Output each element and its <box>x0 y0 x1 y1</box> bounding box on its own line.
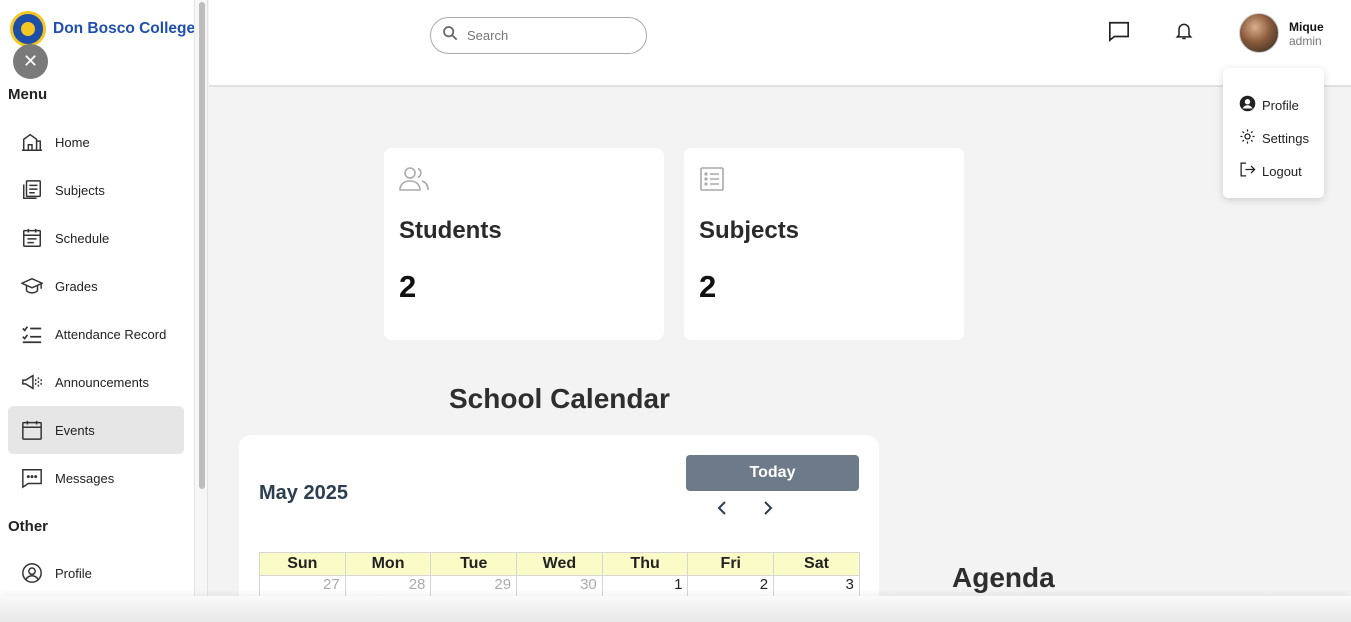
card-title: Subjects <box>699 217 800 244</box>
sidebar-item-label: Home <box>55 134 90 150</box>
weekday-header: Sat <box>773 552 860 576</box>
sidebar-item-home[interactable]: Home <box>8 118 184 166</box>
sidebar-item-label: Announcements <box>55 374 149 390</box>
close-icon: ✕ <box>22 51 39 71</box>
chevron-left-icon <box>715 500 729 521</box>
weekday-header: Fri <box>687 552 775 576</box>
attendance-icon <box>21 323 43 345</box>
bell-icon <box>1174 20 1194 47</box>
menu-section-title: Menu <box>8 86 48 103</box>
scrollbar-thumb[interactable] <box>199 2 205 489</box>
sidebar-item-announcements[interactable]: Announcements <box>8 358 184 406</box>
chevron-right-icon <box>761 500 775 521</box>
close-sidebar-button[interactable]: ✕ <box>13 44 48 79</box>
weekday-header: Mon <box>344 552 432 576</box>
user-circle-icon <box>21 562 43 584</box>
sidebar-item-profile[interactable]: Profile <box>8 549 184 597</box>
sidebar-item-label: Events <box>55 422 95 438</box>
user-menu-logout[interactable]: Logout <box>1239 161 1302 181</box>
today-button[interactable]: Today <box>686 455 859 491</box>
card-title: Students <box>399 217 502 244</box>
students-card[interactable]: Students 2 <box>384 148 664 340</box>
school-calendar-heading: School Calendar <box>449 383 670 414</box>
sidebar-item-label: Attendance Record <box>55 326 167 342</box>
sidebar-item-schedule[interactable]: Schedule <box>8 214 184 262</box>
sidebar-item-attendance-record[interactable]: Attendance Record <box>8 310 184 358</box>
brand[interactable]: Don Bosco College <box>10 11 195 47</box>
sidebar-item-label: Messages <box>55 470 115 486</box>
user-circle-icon <box>1239 95 1256 115</box>
sidebar-item-label: Grades <box>55 278 98 294</box>
agenda-heading: Agenda <box>952 562 1055 593</box>
sidebar-item-events[interactable]: Events <box>8 406 184 454</box>
prev-month-button[interactable] <box>713 500 731 521</box>
sidebar-scrollbar[interactable] <box>195 0 208 622</box>
user-name: Mique <box>1289 20 1324 34</box>
next-month-button[interactable] <box>759 500 777 521</box>
subjects-card[interactable]: Subjects 2 <box>684 148 964 340</box>
message-icon <box>21 467 43 489</box>
user-menu-label: Profile <box>1262 97 1299 113</box>
weekday-header: Sun <box>259 552 346 576</box>
schedule-icon <box>21 227 43 249</box>
weekday-header: Wed <box>516 552 603 576</box>
weekday-header: Tue <box>430 552 518 576</box>
sidebar-item-label: Profile <box>55 565 92 581</box>
user-menu-label: Settings <box>1262 130 1309 146</box>
list-icon <box>699 166 725 197</box>
card-value: 2 <box>399 269 417 304</box>
bottom-edge <box>0 596 1351 622</box>
user-menu-settings[interactable]: Settings <box>1239 128 1309 148</box>
gear-icon <box>1239 128 1256 148</box>
user-menu-label: Logout <box>1262 163 1302 179</box>
sidebar-item-grades[interactable]: Grades <box>8 262 184 310</box>
chat-icon <box>1108 20 1130 47</box>
notifications-button[interactable] <box>1172 20 1196 46</box>
calendar-icon <box>21 419 43 441</box>
calendar-month-title: May 2025 <box>259 482 348 504</box>
user-menu-dropdown: Profile Settings Logout <box>1223 68 1324 198</box>
user-role: admin <box>1289 34 1322 48</box>
sidebar-item-messages[interactable]: Messages <box>8 454 184 502</box>
home-icon <box>21 131 43 153</box>
megaphone-icon <box>21 371 43 393</box>
calendar-grid: Sun Mon Tue Wed Thu Fri Sat 27 28 29 30 … <box>259 552 860 599</box>
grades-icon <box>21 275 43 297</box>
user-menu-profile[interactable]: Profile <box>1239 95 1299 115</box>
weekday-header: Thu <box>601 552 689 576</box>
subjects-icon <box>21 179 43 201</box>
calendar-widget: May 2025 Today Sun Mon Tue Wed Thu Fri S… <box>239 435 879 622</box>
sidebar-item-subjects[interactable]: Subjects <box>8 166 184 214</box>
users-icon <box>399 166 429 197</box>
avatar[interactable] <box>1239 13 1279 53</box>
logout-icon <box>1239 161 1256 181</box>
search-input[interactable] <box>467 28 627 43</box>
sidebar: Don Bosco College ✕ Menu Home Subjects S… <box>0 0 195 622</box>
college-logo <box>10 11 46 47</box>
card-value: 2 <box>699 269 717 304</box>
other-section-title: Other <box>8 518 49 535</box>
search-icon <box>442 25 458 46</box>
brand-name: Don Bosco College <box>53 20 195 37</box>
search-box[interactable] <box>430 17 647 54</box>
top-header: Mique admin <box>209 0 1351 87</box>
weekday-header-row: Sun Mon Tue Wed Thu Fri Sat <box>259 552 860 576</box>
sidebar-item-label: Subjects <box>55 182 105 198</box>
sidebar-item-label: Schedule <box>55 230 110 246</box>
messages-button[interactable] <box>1107 20 1131 46</box>
